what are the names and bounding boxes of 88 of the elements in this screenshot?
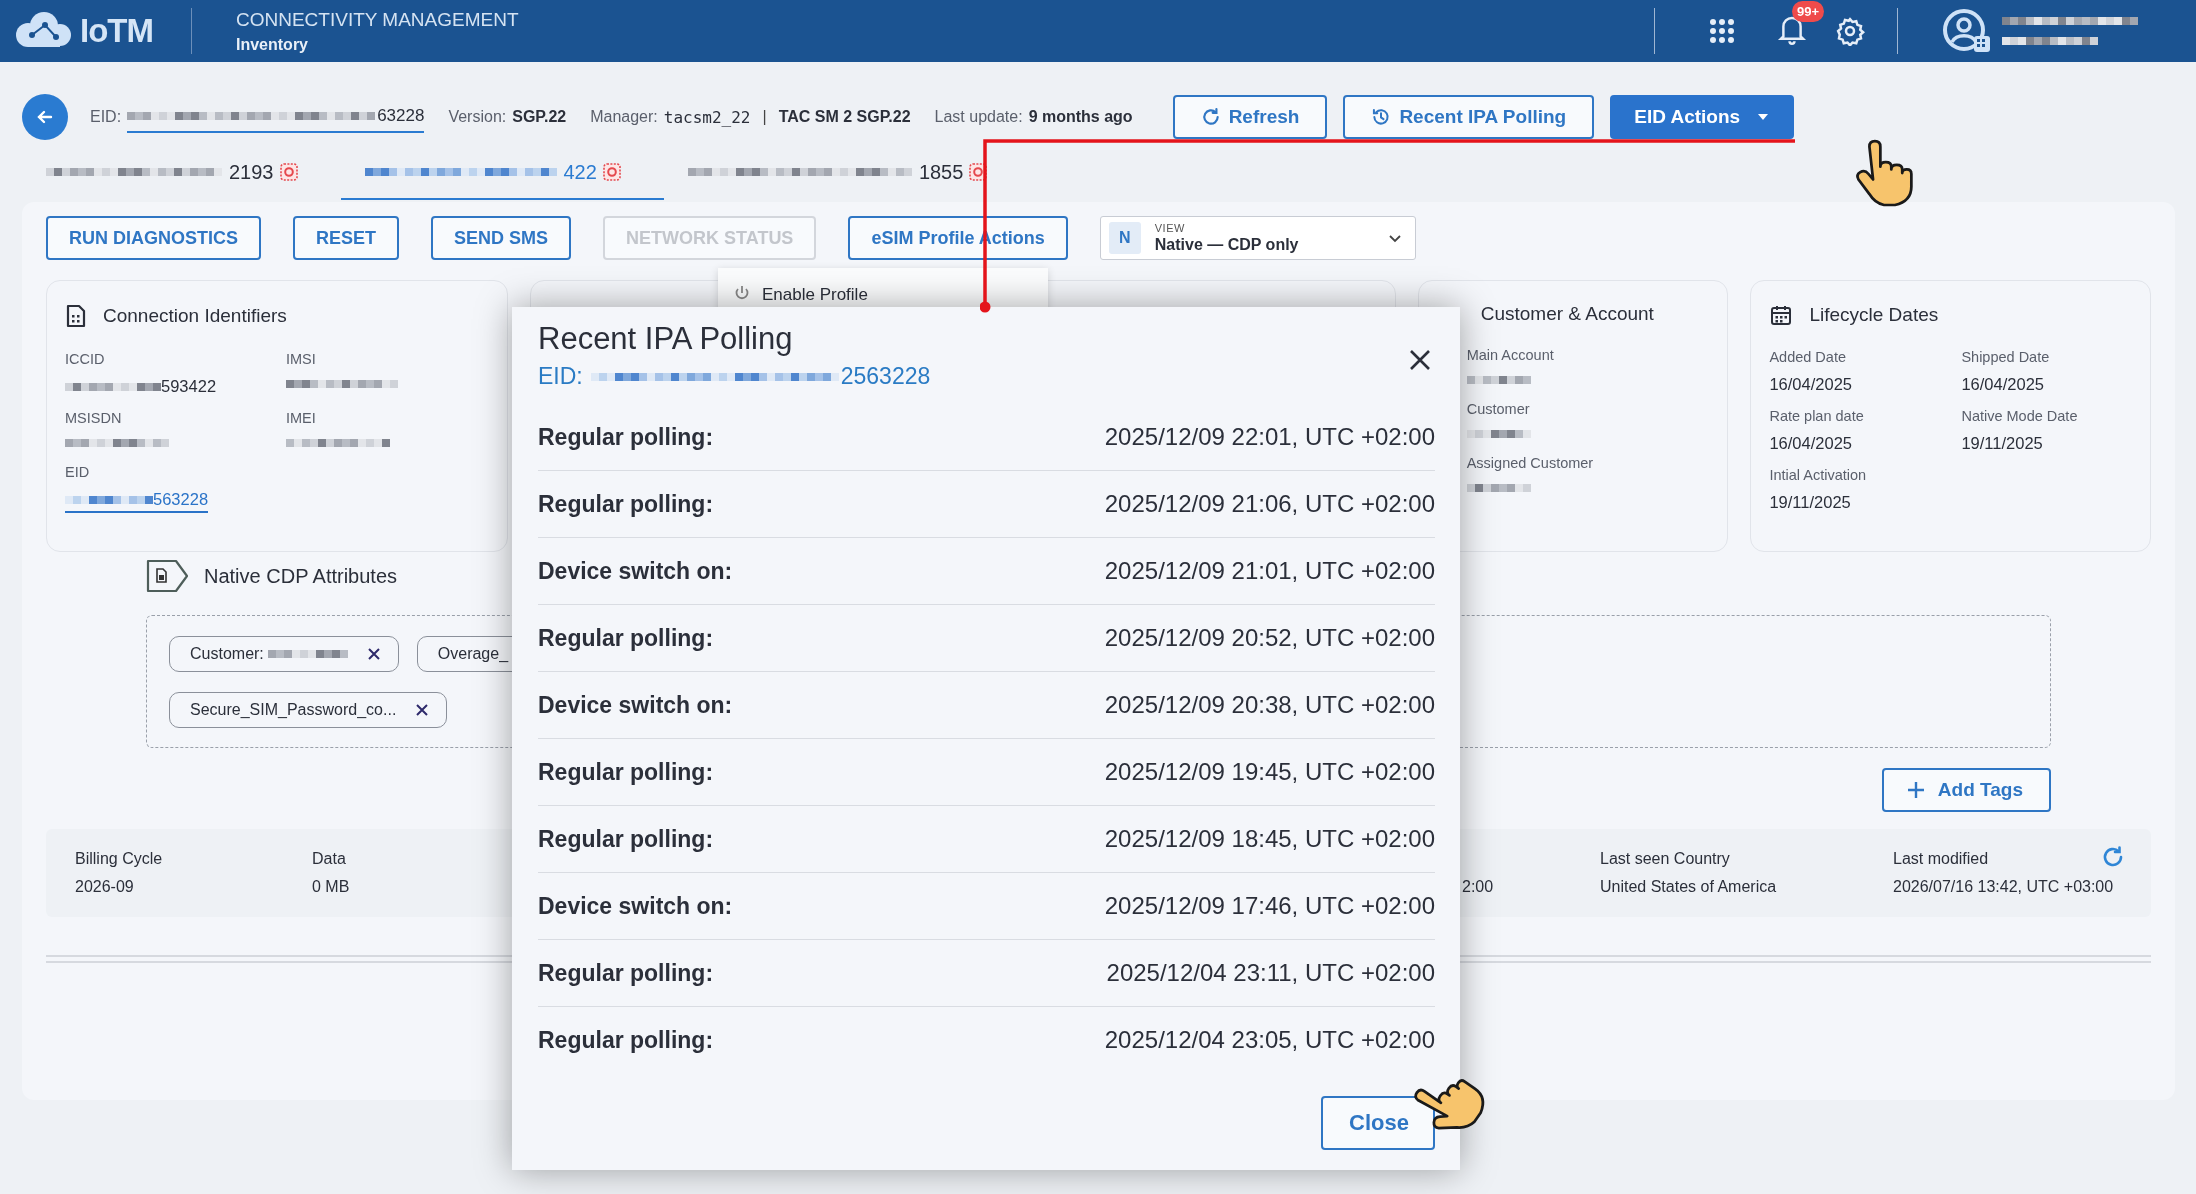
version-label: Version:	[448, 108, 507, 126]
view-select[interactable]: N VIEW Native — CDP only	[1099, 216, 1416, 260]
field-label: MSISDN	[65, 410, 123, 426]
manager-name: TAC SM 2 SGP.22	[778, 108, 911, 126]
card-title: Lifecycle Dates	[1809, 304, 1939, 326]
action-button[interactable]: RESET	[293, 216, 400, 260]
refresh-button[interactable]: Refresh	[1172, 95, 1328, 139]
summary-value: United States of America	[1600, 878, 1777, 896]
event-label: Regular polling:	[538, 758, 714, 786]
field-label: Main Account	[1466, 347, 1555, 363]
event-label: Regular polling:	[538, 423, 714, 451]
eid-link[interactable]: 563228	[65, 490, 209, 513]
page-title: Inventory	[236, 35, 309, 54]
field-value: 593422	[65, 377, 286, 396]
field-label: EID	[65, 464, 91, 480]
menu-item[interactable]: Enable Profile	[762, 285, 868, 305]
last-update-value: 9 months ago	[1028, 108, 1133, 126]
card-title: Customer & Account	[1480, 303, 1654, 325]
summary-value: 2026/07/16 13:42, UTC +03:00	[1893, 878, 2114, 896]
field-label: ICCID	[65, 351, 106, 367]
event-time: 2025/12/09 22:01, UTC +02:00	[1104, 423, 1435, 451]
eid-label: EID:	[538, 363, 583, 390]
field-label: Assigned Customer	[1466, 455, 1595, 471]
event-label: Regular polling:	[538, 1026, 714, 1054]
event-time: 2025/12/04 23:05, UTC +02:00	[1104, 1026, 1435, 1054]
summary-value: 2026-09	[75, 878, 134, 896]
eid-value: 2563228	[840, 363, 931, 390]
add-tags-button[interactable]: Add Tags	[1881, 768, 2051, 812]
last-update-label: Last update:	[934, 108, 1023, 126]
field-label: Added Date	[1769, 349, 1847, 365]
event-time: 2025/12/09 21:01, UTC +02:00	[1104, 557, 1435, 585]
manager-value: tacsm2_22	[663, 107, 751, 127]
dialog-title: Recent IPA Polling	[538, 321, 794, 357]
card-title: Connection Identifiers	[103, 305, 287, 327]
summary-label: Billing Cycle	[75, 850, 163, 868]
field-label: IMSI	[286, 351, 317, 367]
separator: |	[762, 108, 767, 126]
view-label: VIEW	[1154, 222, 1186, 234]
event-label: Regular polling:	[538, 490, 714, 518]
field-value: 19/11/2025	[1961, 434, 2044, 453]
summary-label: Data	[312, 850, 346, 868]
actions-dropdown-button[interactable]: EID Actions	[1610, 95, 1795, 139]
action-button[interactable]: RUN DIAGNOSTICS	[46, 216, 261, 260]
event-label: Regular polling:	[538, 825, 714, 853]
event-label: Device switch on:	[538, 691, 733, 719]
field-value: 19/11/2025	[1769, 493, 1852, 512]
summary-value: 2:00	[1462, 878, 1494, 896]
manager-label: Manager:	[590, 108, 658, 126]
attribute-tag[interactable]: Secure_SIM_Password_co...	[169, 692, 448, 728]
view-value: Native — CDP only	[1154, 236, 1300, 254]
attribute-tag[interactable]: Customer:	[169, 636, 399, 672]
profile-tab[interactable]: 2193	[22, 146, 341, 200]
profile-tab[interactable]: 1855	[663, 146, 1031, 200]
event-label: Device switch on:	[538, 892, 733, 920]
event-time: 2025/12/09 19:45, UTC +02:00	[1104, 758, 1435, 786]
field-label: IMEI	[286, 410, 317, 426]
field-label: Native Mode Date	[1961, 408, 2079, 424]
event-time: 2025/12/04 23:11, UTC +02:00	[1106, 959, 1435, 987]
notification-badge: 99+	[1792, 1, 1825, 22]
view-badge: N	[1108, 222, 1141, 254]
polling-button[interactable]: Recent IPA Polling	[1343, 95, 1595, 139]
app-title: CONNECTIVITY MANAGEMENT	[236, 8, 519, 31]
field-label: Intial Activation	[1769, 467, 1868, 483]
event-time: 2025/12/09 20:38, UTC +02:00	[1104, 691, 1435, 719]
event-label: Regular polling:	[538, 959, 714, 987]
event-label: Regular polling:	[538, 624, 714, 652]
summary-value: 0 MB	[312, 878, 350, 896]
version-value: SGP.22	[512, 108, 567, 126]
summary-label: Last seen Country	[1600, 850, 1730, 868]
summary-label: Last modified	[1893, 850, 1989, 868]
field-label: Shipped Date	[1961, 349, 2051, 365]
event-time: 2025/12/09 18:45, UTC +02:00	[1104, 825, 1435, 853]
field-value: 16/04/2025	[1769, 375, 1853, 394]
field-label: Rate plan date	[1769, 408, 1865, 424]
logo-text: IoTM	[80, 12, 153, 50]
event-time: 2025/12/09 17:46, UTC +02:00	[1104, 892, 1435, 920]
action-button[interactable]: SEND SMS	[431, 216, 572, 260]
eid-value[interactable]: 63228	[377, 105, 425, 126]
close-button[interactable]: Close	[1321, 1096, 1435, 1150]
section-title: Native CDP Attributes	[204, 564, 398, 588]
field-value: 16/04/2025	[1769, 434, 1853, 453]
eid-label: EID:	[90, 108, 122, 126]
field-value: 16/04/2025	[1961, 375, 2045, 394]
profile-tab[interactable]: 422	[340, 146, 664, 200]
event-label: Device switch on:	[538, 557, 733, 585]
field-label: Customer	[1466, 401, 1531, 417]
event-time: 2025/12/09 20:52, UTC +02:00	[1104, 624, 1435, 652]
event-time: 2025/12/09 21:06, UTC +02:00	[1104, 490, 1435, 518]
